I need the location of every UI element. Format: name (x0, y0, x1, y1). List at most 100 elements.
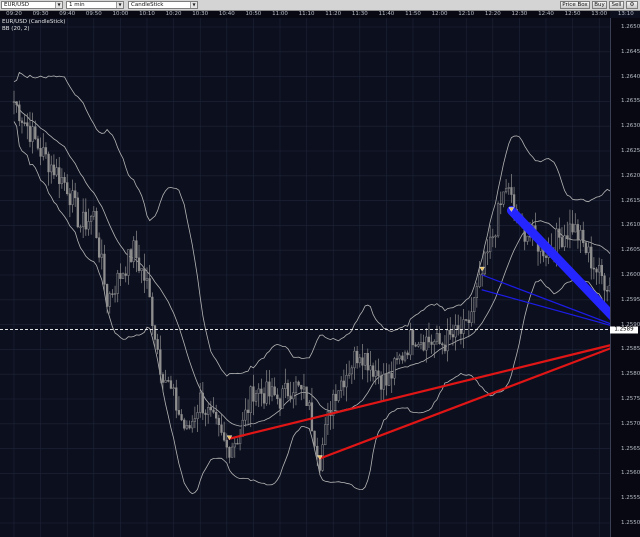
chart-type-select-value: CandleStick (131, 2, 164, 8)
timeframe-select[interactable]: 1 min ▼ (66, 1, 124, 9)
candle-body (175, 387, 178, 411)
candle-body (302, 386, 306, 390)
candle-body (92, 210, 95, 217)
candle-body (488, 236, 492, 253)
candle-body (209, 407, 212, 411)
candle-body (292, 392, 295, 400)
candle-body (183, 419, 186, 429)
symbol-select[interactable]: EUR/USD ▼ (1, 1, 63, 9)
candle-body (363, 353, 367, 366)
candle-body (132, 240, 135, 262)
candle-body (18, 104, 21, 122)
candle-body (491, 236, 494, 239)
candle-body (159, 349, 162, 375)
candle-body (369, 365, 372, 371)
price-box-button[interactable]: Price Box (560, 1, 590, 9)
time-tick-label: 12:30 (511, 11, 528, 17)
candle-body (103, 253, 106, 285)
price-tick-label: 1.2630 (621, 123, 640, 130)
price-tick-label: 1.2560 (621, 470, 640, 477)
candle-body (600, 264, 604, 277)
time-tick-label: 12:10 (458, 11, 475, 17)
candle-body (230, 446, 234, 458)
chevron-down-icon[interactable]: ▼ (190, 2, 197, 8)
candle-body (55, 167, 58, 176)
candle-body (382, 374, 385, 390)
candle-body (270, 386, 274, 397)
candle-body (233, 442, 236, 448)
candle-body (457, 325, 460, 330)
candle-body (236, 442, 239, 445)
time-tick-label: 12:20 (484, 11, 501, 17)
candle-body (427, 336, 431, 343)
candle-body (12, 101, 16, 103)
candle-body (188, 425, 191, 429)
candle-body (281, 388, 284, 409)
candle-body (560, 237, 564, 248)
candle-body (39, 148, 42, 157)
candle-body (355, 350, 359, 364)
candle-body (475, 286, 478, 298)
candle-body (584, 242, 588, 254)
candle-body (337, 390, 340, 401)
time-tick-label: 10:50 (245, 11, 262, 17)
sell-button[interactable]: Sell (609, 1, 624, 9)
price-tick-label: 1.2625 (621, 148, 640, 154)
candle-body (305, 386, 308, 406)
chevron-down-icon[interactable]: ▼ (55, 2, 62, 8)
candle-body (244, 409, 247, 421)
candle-body (249, 386, 252, 413)
candle-body (262, 393, 266, 404)
chart-toolbar: EUR/USD ▼ 1 min ▼ CandleStick ▼ Price Bo… (0, 0, 640, 11)
candle-body (459, 329, 463, 334)
candle-body (379, 375, 383, 390)
price-axis[interactable]: 1.2650 1.2645 1.2640 1.2635 1.2630 1.2625 1.26… (610, 18, 640, 537)
candle-body (401, 355, 404, 361)
candle-body (430, 341, 433, 345)
candle-body (340, 380, 343, 391)
candle-body (576, 224, 580, 241)
price-tick-label: 1.2635 (621, 98, 640, 105)
candle-body (462, 319, 465, 334)
candle-body (153, 325, 157, 340)
candle-body (121, 273, 125, 279)
chart-canvas[interactable] (0, 18, 610, 537)
candle-body (172, 387, 175, 389)
candle-body (222, 432, 226, 441)
chevron-down-icon[interactable]: ▼ (116, 2, 123, 8)
time-tick-label: 13:00 (591, 11, 608, 17)
candle-body (135, 240, 138, 259)
candle-body (36, 138, 40, 149)
candle-body (587, 246, 590, 254)
candle-body (252, 386, 255, 402)
candle-body (592, 267, 596, 270)
candle-body (79, 226, 82, 229)
chart-type-select[interactable]: CandleStick ▼ (128, 1, 198, 9)
candle-body (26, 122, 29, 127)
candle-body (433, 341, 436, 345)
price-tick-label: 1.2610 (621, 222, 640, 229)
price-tick-label: 1.2615 (621, 197, 640, 204)
candle-body (191, 421, 194, 429)
candle-body (598, 264, 601, 273)
candle-body (63, 177, 66, 183)
candle-body (446, 329, 449, 352)
settings-button[interactable]: ⚙ (626, 1, 638, 9)
time-tick-label: 11:50 (405, 11, 421, 17)
candle-body (15, 101, 18, 106)
candle-body (579, 229, 582, 241)
price-tick-label: 1.2640 (621, 73, 640, 80)
time-axis: 09:20 09:30 09:40 09:50 10:00 10:10 10:20 10:30… (0, 11, 634, 18)
time-tick-label: 09:30 (32, 11, 49, 17)
candle-body (568, 223, 572, 239)
buy-button[interactable]: Buy (592, 1, 607, 9)
current-price-label: 1.2589 (610, 326, 638, 334)
price-tick-label: 1.2595 (621, 296, 640, 303)
candle-body (151, 296, 154, 326)
candle-body (284, 382, 287, 390)
candle-body (443, 344, 447, 352)
candle-body (566, 235, 569, 239)
trendline-annotations (226, 206, 610, 460)
candle-body (225, 439, 228, 448)
candle-body (276, 394, 279, 400)
